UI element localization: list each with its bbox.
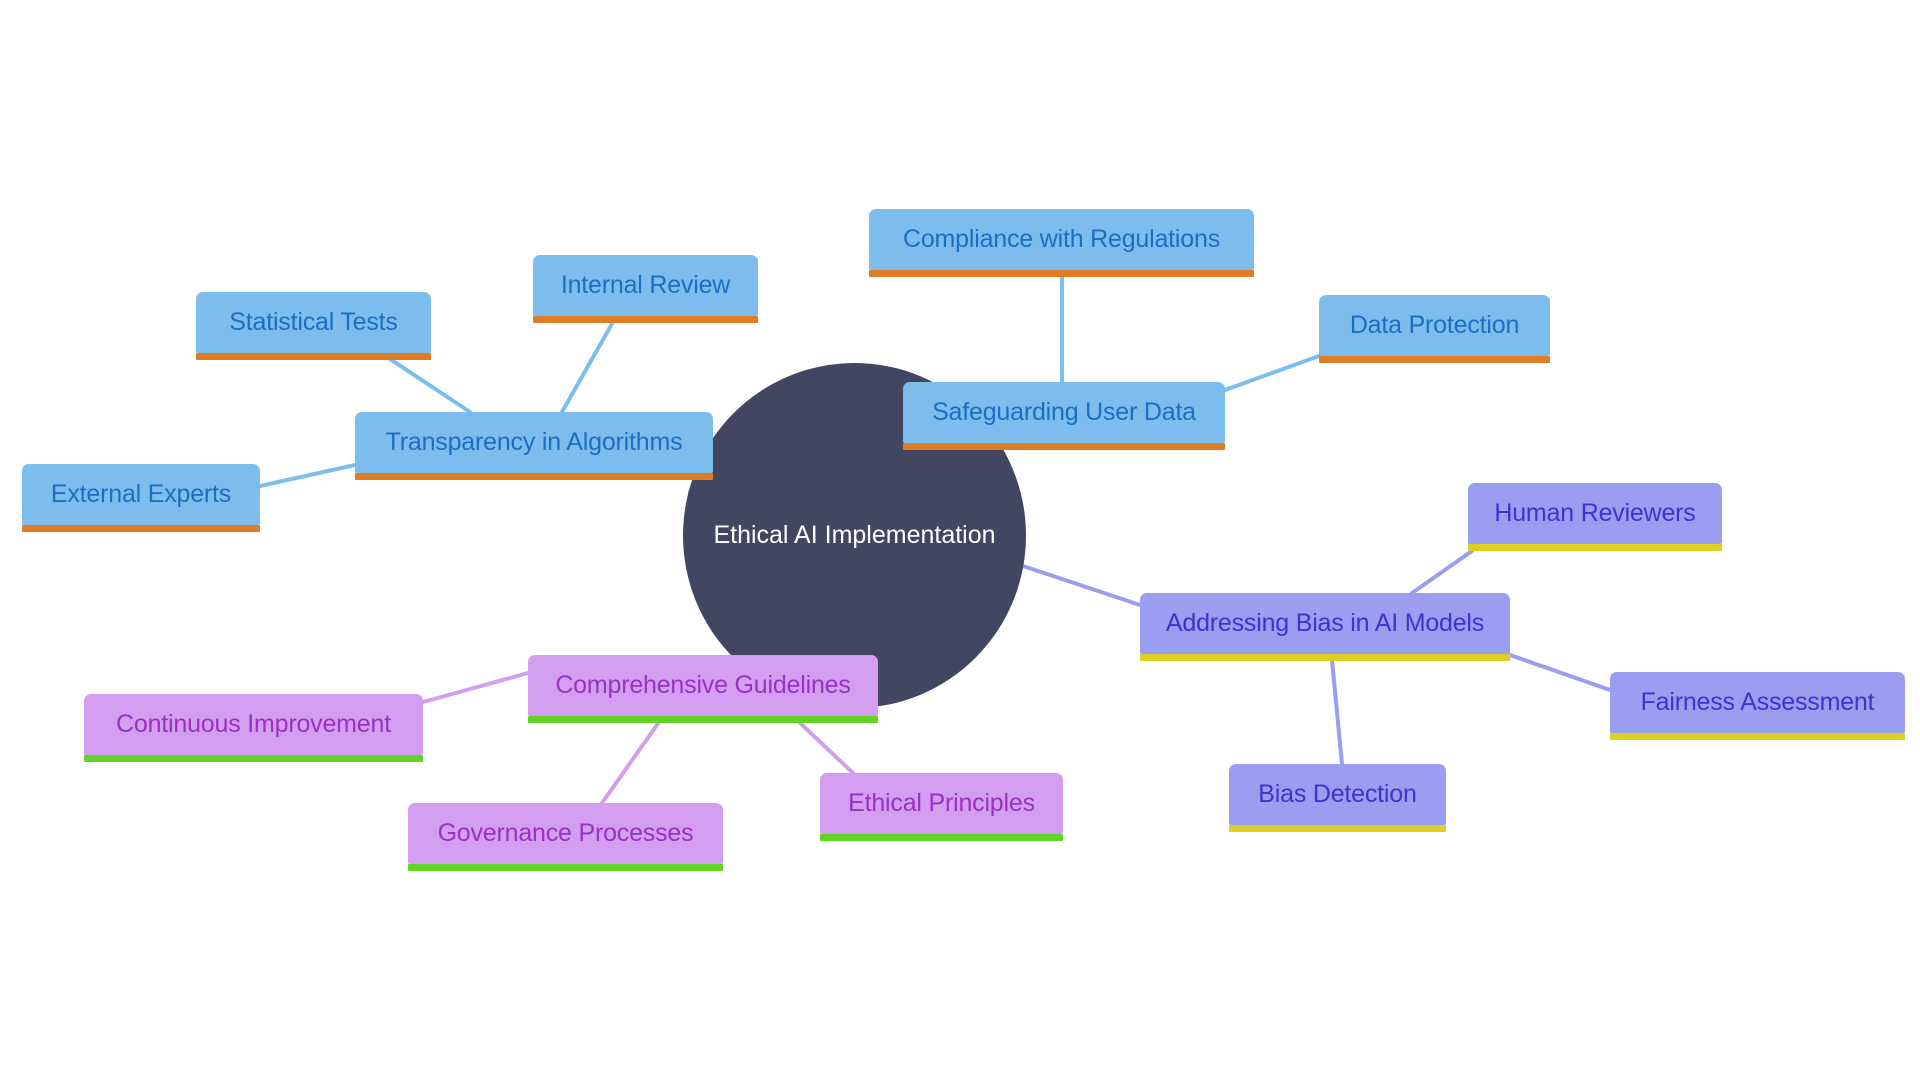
node-label-internal-review: Internal Review — [560, 271, 731, 299]
node-underline-bias-detection — [1229, 825, 1446, 832]
node-underline-human-reviewers — [1468, 544, 1722, 551]
node-continuous-improvement[interactable]: Continuous Improvement — [84, 694, 423, 762]
node-addressing-bias[interactable]: Addressing Bias in AI Models — [1140, 593, 1510, 661]
node-transparency[interactable]: Transparency in Algorithms — [355, 412, 713, 480]
edge-guidelines-governance — [600, 720, 661, 805]
edge-guidelines-ethical — [797, 720, 855, 775]
edge-addressingbias-human — [1410, 549, 1474, 595]
node-label-addressing-bias: Addressing Bias in AI Models — [1165, 609, 1485, 637]
node-label-fairness-assessment: Fairness Assessment — [1640, 688, 1875, 716]
node-underline-fairness-assessment — [1610, 733, 1905, 740]
node-data-protection[interactable]: Data Protection — [1319, 295, 1550, 363]
node-ethical-principles[interactable]: Ethical Principles — [820, 773, 1063, 841]
edge-guidelines-continuous — [421, 671, 530, 704]
edge-center-addressingbias — [1018, 563, 1142, 607]
edge-addressingbias-fairness — [1508, 653, 1612, 692]
node-underline-data-protection — [1319, 356, 1550, 363]
center-node-label: Ethical AI Implementation — [713, 521, 996, 549]
node-underline-internal-review — [533, 316, 758, 323]
edge-transparency-external — [258, 463, 357, 488]
node-label-statistical-tests: Statistical Tests — [229, 308, 398, 336]
node-label-external-experts: External Experts — [50, 480, 232, 508]
node-underline-governance-processes — [408, 864, 723, 871]
node-label-compliance: Compliance with Regulations — [903, 225, 1220, 253]
node-underline-external-experts — [22, 525, 260, 532]
edge-addressingbias-biasdetection — [1330, 658, 1344, 766]
node-safeguarding[interactable]: Safeguarding User Data — [903, 382, 1225, 450]
edge-safeguarding-dataprotection — [1223, 354, 1321, 392]
node-underline-compliance — [869, 270, 1254, 277]
edge-transparency-statistical — [388, 357, 472, 414]
mindmap-canvas: Ethical AI Implementation Transparency in… — [0, 0, 1920, 1080]
node-underline-safeguarding — [903, 443, 1225, 450]
node-label-transparency: Transparency in Algorithms — [385, 428, 683, 456]
node-underline-statistical-tests — [196, 353, 431, 360]
node-underline-continuous-improvement — [84, 755, 423, 762]
node-label-human-reviewers: Human Reviewers — [1494, 499, 1696, 527]
node-underline-transparency — [355, 473, 713, 480]
node-label-comprehensive-guidelines: Comprehensive Guidelines — [555, 671, 851, 699]
node-underline-ethical-principles — [820, 834, 1063, 841]
node-underline-addressing-bias — [1140, 654, 1510, 661]
node-external-experts[interactable]: External Experts — [22, 464, 260, 532]
node-label-safeguarding: Safeguarding User Data — [932, 398, 1196, 426]
node-label-continuous-improvement: Continuous Improvement — [116, 710, 391, 738]
node-compliance[interactable]: Compliance with Regulations — [869, 209, 1254, 277]
node-label-ethical-principles: Ethical Principles — [848, 789, 1035, 817]
node-governance-processes[interactable]: Governance Processes — [408, 803, 723, 871]
node-underline-comprehensive-guidelines — [528, 716, 878, 723]
edge-transparency-internal — [560, 320, 615, 414]
node-label-governance-processes: Governance Processes — [437, 819, 694, 847]
node-bias-detection[interactable]: Bias Detection — [1229, 764, 1446, 832]
node-label-bias-detection: Bias Detection — [1258, 780, 1417, 808]
node-comprehensive-guidelines[interactable]: Comprehensive Guidelines — [528, 655, 878, 723]
node-human-reviewers[interactable]: Human Reviewers — [1468, 483, 1722, 551]
node-statistical-tests[interactable]: Statistical Tests — [196, 292, 431, 360]
node-label-data-protection: Data Protection — [1349, 311, 1520, 339]
node-internal-review[interactable]: Internal Review — [533, 255, 758, 323]
node-fairness-assessment[interactable]: Fairness Assessment — [1610, 672, 1905, 740]
